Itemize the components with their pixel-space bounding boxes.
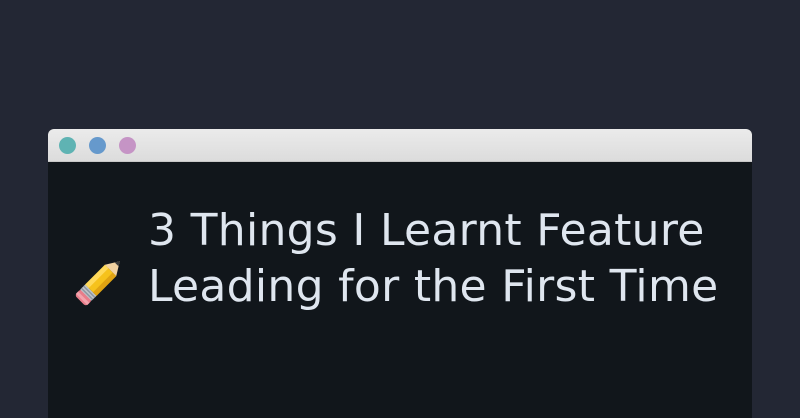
- post-title: 3 Things I Learnt Feature Leading for th…: [148, 205, 719, 312]
- window-titlebar: [48, 129, 752, 162]
- pencil-icon: [68, 249, 132, 313]
- browser-window: 3 Things I Learnt Feature Leading for th…: [48, 129, 752, 418]
- window-maximize-button[interactable]: [119, 137, 136, 154]
- window-minimize-button[interactable]: [89, 137, 106, 154]
- window-close-button[interactable]: [59, 137, 76, 154]
